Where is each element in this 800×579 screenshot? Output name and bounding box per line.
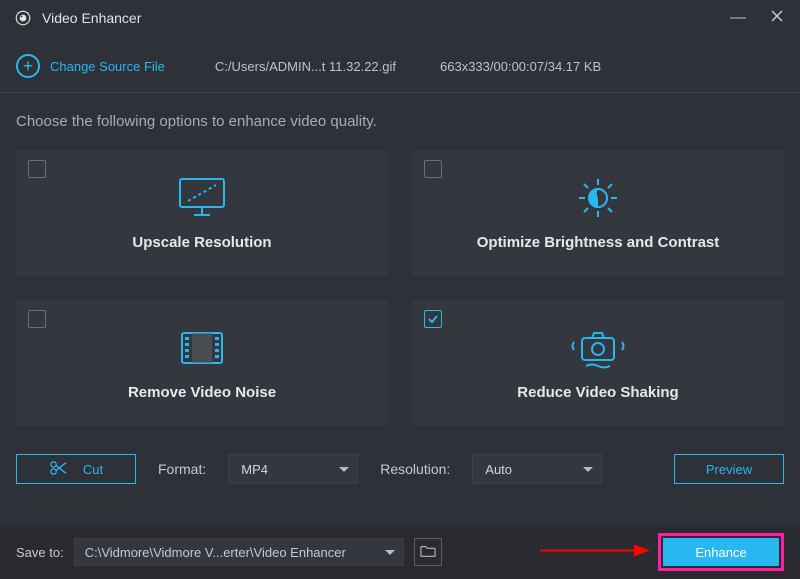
options-grid: Upscale Resolution Optimize Brightness a…: [0, 144, 800, 426]
change-source-button[interactable]: + Change Source File: [16, 54, 165, 78]
checkbox[interactable]: [28, 310, 46, 328]
format-select[interactable]: MP4: [228, 454, 358, 484]
option-denoise[interactable]: Remove Video Noise: [16, 300, 388, 426]
chevron-down-icon: [339, 467, 349, 472]
option-label: Reduce Video Shaking: [517, 384, 678, 401]
option-label: Optimize Brightness and Contrast: [477, 234, 720, 251]
save-to-label: Save to:: [16, 545, 64, 560]
source-path: C:/Users/ADMIN...t 11.32.22.gif: [215, 59, 396, 74]
enhance-label: Enhance: [695, 545, 746, 560]
enhance-highlight: Enhance: [658, 533, 784, 571]
option-deshake[interactable]: Reduce Video Shaking: [412, 300, 784, 426]
window-title: Video Enhancer: [42, 10, 141, 26]
option-upscale[interactable]: Upscale Resolution: [16, 150, 388, 276]
folder-icon: [420, 544, 436, 561]
resolution-value: Auto: [485, 462, 512, 477]
checkbox[interactable]: [424, 310, 442, 328]
option-label: Upscale Resolution: [132, 234, 271, 251]
format-label: Format:: [158, 461, 206, 477]
change-source-label: Change Source File: [50, 59, 165, 74]
checkbox[interactable]: [424, 160, 442, 178]
close-icon[interactable]: [770, 9, 784, 27]
resolution-select[interactable]: Auto: [472, 454, 602, 484]
title-bar: Video Enhancer —: [0, 0, 800, 36]
film-icon: [174, 322, 230, 374]
open-folder-button[interactable]: [414, 538, 442, 566]
scissors-icon: [49, 460, 67, 479]
resolution-label: Resolution:: [380, 461, 450, 477]
chevron-down-icon: [385, 550, 395, 555]
preview-button[interactable]: Preview: [674, 454, 784, 484]
camera-shake-icon: [566, 322, 630, 374]
enhance-button[interactable]: Enhance: [663, 538, 779, 566]
save-path-select[interactable]: C:\Vidmore\Vidmore V...erter\Video Enhan…: [74, 538, 404, 566]
cut-button[interactable]: Cut: [16, 454, 136, 484]
arrow-annotation-icon: [540, 543, 650, 562]
app-logo-icon: [14, 9, 32, 27]
checkbox[interactable]: [28, 160, 46, 178]
chevron-down-icon: [583, 467, 593, 472]
source-row: + Change Source File C:/Users/ADMIN...t …: [0, 36, 800, 93]
instruction-text: Choose the following options to enhance …: [0, 93, 800, 144]
minimize-icon[interactable]: —: [730, 10, 746, 26]
controls-row: Cut Format: MP4 Resolution: Auto Preview: [0, 426, 800, 508]
cut-label: Cut: [83, 462, 103, 477]
option-brightness[interactable]: Optimize Brightness and Contrast: [412, 150, 784, 276]
monitor-icon: [174, 172, 230, 224]
preview-label: Preview: [706, 462, 752, 477]
plus-icon: +: [16, 54, 40, 78]
footer: Save to: C:\Vidmore\Vidmore V...erter\Vi…: [0, 525, 800, 579]
sun-icon: [570, 172, 626, 224]
format-value: MP4: [241, 462, 268, 477]
source-info: 663x333/00:00:07/34.17 KB: [440, 59, 601, 74]
option-label: Remove Video Noise: [128, 384, 276, 401]
save-path-value: C:\Vidmore\Vidmore V...erter\Video Enhan…: [85, 545, 346, 560]
